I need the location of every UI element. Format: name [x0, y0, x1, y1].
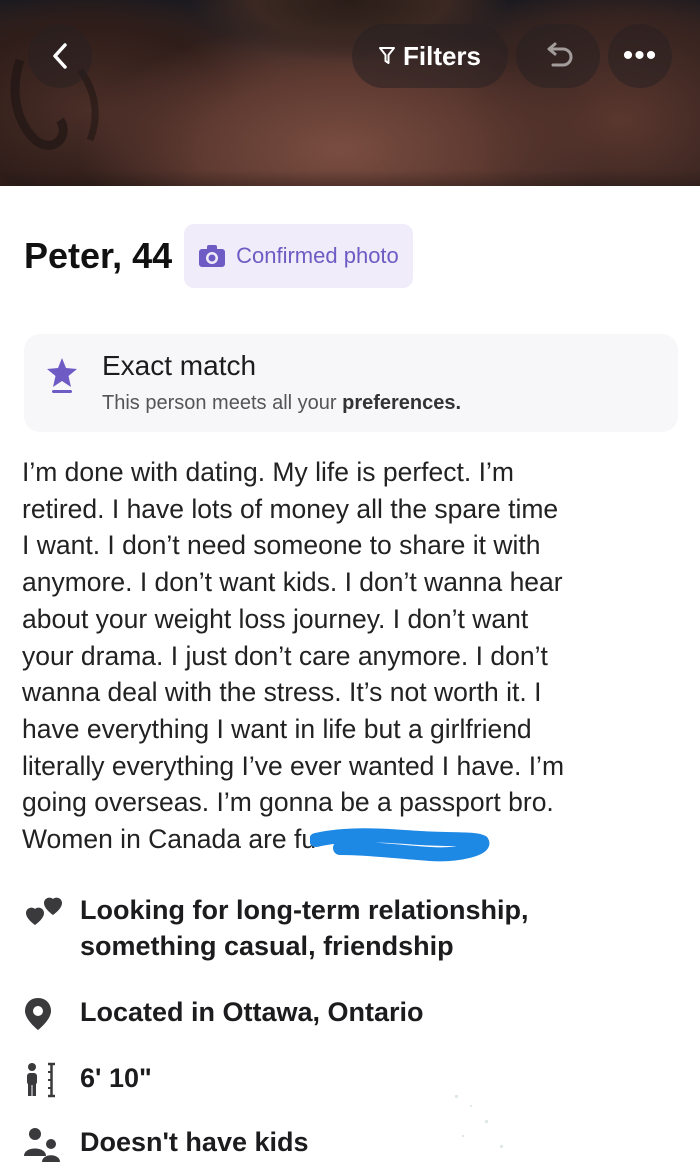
bio-line: anymore. I don’t want kids. I don’t wann… [22, 567, 563, 598]
image-artifact [455, 1095, 503, 1148]
match-subtitle-preferences: preferences. [342, 392, 462, 414]
confirmed-photo-label: Confirmed photo [236, 243, 399, 268]
chevron-left-icon [53, 43, 67, 69]
more-options-button[interactable]: ••• [608, 24, 672, 88]
star-badge-icon [47, 358, 77, 393]
bio-line: I want. I don’t need someone to share it… [22, 530, 541, 561]
undo-button[interactable] [516, 24, 600, 88]
bio-line: have everything I want in life but a gir… [22, 713, 532, 744]
bio-line: going overseas. I’m gonna be a passport … [22, 787, 554, 818]
match-subtitle-text: This person meets all your [102, 392, 343, 414]
filter-icon [378, 47, 395, 64]
location-text: Located in Ottawa, Ontario [80, 997, 424, 1027]
profile-photo[interactable]: Filters ••• [0, 0, 700, 186]
kids-text: Doesn't have kids [80, 1127, 309, 1157]
looking-for-row: Looking for long-term relationship, some… [22, 892, 529, 964]
photo-shadow [0, 170, 700, 186]
censor-scribble [310, 828, 490, 862]
bio-text: I’m done with dating. My life is perfect… [22, 454, 682, 858]
bio-line: retired. I have lots of money all the sp… [22, 493, 559, 524]
name-row: Peter, 44 Confirmed photo [24, 224, 413, 288]
bio-line: literally everything I’ve ever wanted I … [22, 750, 565, 781]
exact-match-subtitle: This person meets all your preferences. [102, 392, 461, 415]
exact-match-card: Exact match This person meets all your p… [24, 334, 678, 432]
looking-for-text-2: something casual, friendship [80, 931, 454, 961]
exact-match-title: Exact match [102, 350, 257, 381]
bio-line: your drama. I just don’t care anymore. I… [22, 640, 548, 671]
more-icon: ••• [622, 39, 658, 72]
profile-name-age: Peter, 44 [24, 235, 173, 276]
camera-icon [199, 245, 226, 267]
location-pin-icon [25, 998, 51, 1030]
bio-line: about your weight loss journey. I don’t … [22, 603, 529, 634]
height-text: 6' 10" [80, 1063, 152, 1093]
filters-label: Filters [402, 40, 482, 71]
bio-line: wanna deal with the stress. It’s not wor… [22, 677, 542, 708]
filters-button[interactable]: Filters [352, 24, 508, 88]
bio-line: I’m done with dating. My life is perfect… [22, 457, 514, 487]
undo-icon [547, 42, 573, 67]
height-icon [27, 1062, 55, 1098]
hearts-icon [26, 897, 62, 925]
looking-for-text-1: Looking for long-term relationship, [80, 895, 529, 925]
location-row: Located in Ottawa, Ontario [22, 994, 424, 1034]
kids-row: Doesn't have kids [22, 1124, 309, 1164]
height-row: 6' 10" [22, 1060, 152, 1100]
confirmed-photo-badge[interactable]: Confirmed photo [184, 224, 413, 288]
back-button[interactable] [28, 24, 92, 88]
family-icon [24, 1128, 60, 1162]
